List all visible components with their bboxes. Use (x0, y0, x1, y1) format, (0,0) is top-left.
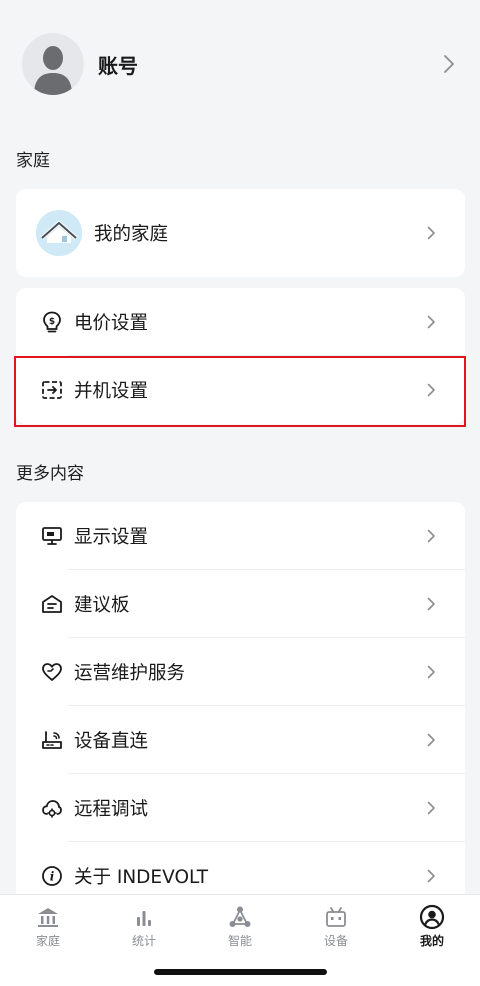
direct-connect-icon (38, 726, 66, 754)
chevron-right-icon (423, 593, 439, 615)
chevron-right-icon (423, 729, 439, 751)
row-price-settings[interactable]: $ 电价设置 (16, 288, 465, 356)
chevron-right-icon (423, 661, 439, 683)
row-maintenance-service[interactable]: 运营维护服务 (16, 638, 465, 706)
tab-smart[interactable]: 智能 (208, 903, 272, 949)
remote-debug-icon (38, 794, 66, 822)
row-suggestion-board[interactable]: 建议板 (16, 570, 465, 638)
my-home-row[interactable]: 我的家庭 (16, 189, 465, 277)
tab-stats[interactable]: 统计 (112, 903, 176, 949)
row-label: 设备直连 (74, 731, 149, 752)
more-card: 显示设置 建议板 运营维护服务 设备直连 远程调试 i 关于 INDEVOLT (16, 502, 465, 902)
chevron-right-icon (423, 525, 439, 547)
stats-icon (130, 903, 158, 931)
chevron-right-icon (423, 311, 439, 333)
row-label: 电价设置 (74, 313, 149, 334)
my-page: 账号 家庭 我的家庭 $ 电价设置 并机设置 更多内容 显示设置 建议板 运营维… (0, 0, 480, 986)
svg-text:i: i (50, 870, 55, 884)
section-title-more: 更多内容 (16, 464, 84, 484)
house-icon (36, 210, 82, 256)
row-label: 建议板 (74, 595, 130, 616)
my-home-label: 我的家庭 (94, 224, 169, 245)
row-direct-connect[interactable]: 设备直连 (16, 706, 465, 774)
tab-profile[interactable]: 我的 (400, 903, 464, 949)
svg-text:$: $ (49, 317, 55, 327)
row-remote-debug[interactable]: 远程调试 (16, 774, 465, 842)
tab-label: 设备 (323, 934, 348, 948)
row-label: 显示设置 (74, 527, 149, 548)
chevron-right-icon (423, 865, 439, 887)
parallel-icon (38, 376, 66, 404)
profile-icon (418, 903, 446, 931)
smart-icon (226, 903, 254, 931)
display-icon (38, 522, 66, 550)
section-title-home: 家庭 (16, 151, 50, 171)
avatar (22, 33, 84, 95)
chevron-right-icon (423, 797, 439, 819)
account-row[interactable]: 账号 (0, 22, 480, 106)
account-name: 账号 (98, 53, 138, 78)
chevron-right-icon (423, 222, 439, 244)
chevron-right-icon (438, 53, 460, 75)
price-icon: $ (38, 308, 66, 336)
tab-label: 我的 (419, 934, 444, 948)
settings-card: $ 电价设置 并机设置 (16, 288, 465, 424)
suggestion-icon (38, 590, 66, 618)
row-display-settings[interactable]: 显示设置 (16, 502, 465, 570)
row-label: 运营维护服务 (74, 663, 186, 684)
row-label: 远程调试 (74, 799, 149, 820)
home-icon (34, 903, 62, 931)
tab-label: 家庭 (35, 934, 60, 948)
tab-label: 智能 (227, 934, 252, 948)
home-indicator[interactable] (154, 969, 327, 975)
tab-home[interactable]: 家庭 (16, 903, 80, 949)
row-label: 关于 INDEVOLT (74, 867, 209, 888)
home-card: 我的家庭 (16, 189, 465, 277)
about-icon: i (38, 862, 66, 890)
tab-label: 统计 (131, 934, 156, 948)
tab-device[interactable]: 设备 (304, 903, 368, 949)
row-label: 并机设置 (74, 381, 149, 402)
chevron-right-icon (423, 379, 439, 401)
row-parallel-settings[interactable]: 并机设置 (16, 356, 465, 424)
device-icon (322, 903, 350, 931)
service-icon (38, 658, 66, 686)
